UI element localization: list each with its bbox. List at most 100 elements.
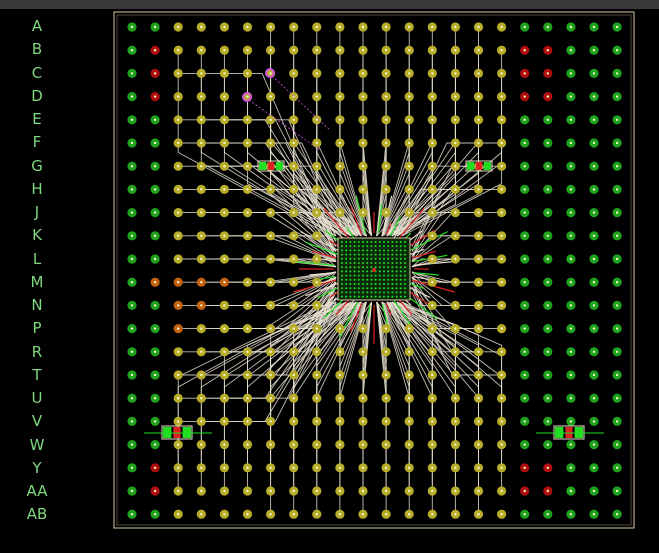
pad-f-6[interactable] bbox=[242, 138, 253, 148]
pad-k-8[interactable] bbox=[289, 231, 299, 241]
pad-r-14[interactable] bbox=[427, 347, 437, 357]
pad-f-21[interactable] bbox=[589, 138, 599, 148]
pad-j-11[interactable] bbox=[358, 208, 368, 218]
pad-aa-19[interactable] bbox=[543, 486, 553, 496]
pad-l-20[interactable] bbox=[566, 254, 576, 264]
pad-n-8[interactable] bbox=[289, 300, 299, 310]
pad-m-2[interactable] bbox=[150, 277, 160, 287]
pad-d-22[interactable] bbox=[612, 92, 622, 102]
pad-a-9[interactable] bbox=[312, 22, 322, 32]
pad-p-21[interactable] bbox=[589, 324, 599, 334]
pad-j-1[interactable] bbox=[127, 208, 137, 218]
pad-m-17[interactable] bbox=[497, 277, 507, 287]
pad-aa-3[interactable] bbox=[173, 486, 183, 496]
pad-l-16[interactable] bbox=[473, 254, 484, 264]
pad-n-9[interactable] bbox=[312, 300, 322, 310]
pad-b-7[interactable] bbox=[266, 45, 276, 55]
pad-a-4[interactable] bbox=[196, 22, 206, 32]
pad-j-17[interactable] bbox=[497, 208, 507, 218]
pad-u-13[interactable] bbox=[404, 393, 414, 403]
pad-ab-1[interactable] bbox=[127, 509, 137, 519]
pad-g-21[interactable] bbox=[589, 161, 599, 171]
pad-d-5[interactable] bbox=[219, 92, 229, 102]
pad-j-19[interactable] bbox=[543, 208, 553, 218]
pad-j-22[interactable] bbox=[612, 208, 622, 218]
pad-p-16[interactable] bbox=[473, 324, 484, 334]
pad-v-13[interactable] bbox=[404, 416, 414, 426]
pad-p-7[interactable] bbox=[266, 324, 276, 334]
pad-g-11[interactable] bbox=[358, 161, 368, 171]
pad-c-11[interactable] bbox=[358, 68, 368, 78]
pad-g-5[interactable] bbox=[219, 161, 229, 171]
pad-c-9[interactable] bbox=[312, 68, 322, 78]
pad-h-19[interactable] bbox=[543, 184, 553, 194]
pad-l-9[interactable] bbox=[312, 254, 322, 264]
pad-a-14[interactable] bbox=[427, 22, 437, 32]
pad-a-13[interactable] bbox=[404, 22, 414, 32]
pad-w-12[interactable] bbox=[381, 440, 391, 450]
pad-b-4[interactable] bbox=[196, 45, 206, 55]
pad-p-4[interactable] bbox=[196, 324, 206, 334]
pad-aa-4[interactable] bbox=[196, 486, 206, 496]
pad-aa-18[interactable] bbox=[520, 486, 530, 496]
pad-ab-8[interactable] bbox=[289, 509, 299, 519]
pad-aa-8[interactable] bbox=[289, 486, 299, 496]
pad-l-15[interactable] bbox=[450, 254, 460, 264]
pad-a-16[interactable] bbox=[473, 22, 484, 32]
pad-h-3[interactable] bbox=[173, 184, 183, 194]
pad-ab-18[interactable] bbox=[520, 509, 530, 519]
pad-y-12[interactable] bbox=[381, 463, 391, 473]
pad-c-3[interactable] bbox=[173, 68, 183, 78]
pad-p-10[interactable] bbox=[335, 324, 345, 334]
pad-f-11[interactable] bbox=[358, 138, 368, 148]
pad-e-20[interactable] bbox=[566, 115, 576, 125]
pad-m-15[interactable] bbox=[450, 277, 460, 287]
pad-t-5[interactable] bbox=[219, 370, 229, 380]
pad-a-12[interactable] bbox=[381, 22, 391, 32]
pad-v-3[interactable] bbox=[173, 416, 183, 426]
pad-l-1[interactable] bbox=[127, 254, 137, 264]
pad-e-7[interactable] bbox=[266, 115, 276, 125]
pad-k-6[interactable] bbox=[242, 231, 253, 241]
pad-v-15[interactable] bbox=[450, 416, 460, 426]
pad-w-7[interactable] bbox=[266, 440, 276, 450]
pad-h-1[interactable] bbox=[127, 184, 137, 194]
pad-j-21[interactable] bbox=[589, 208, 599, 218]
pad-p-2[interactable] bbox=[150, 324, 160, 334]
pad-w-9[interactable] bbox=[312, 440, 322, 450]
pad-n-6[interactable] bbox=[242, 300, 253, 310]
pad-r-5[interactable] bbox=[219, 347, 229, 357]
pad-w-4[interactable] bbox=[196, 440, 206, 450]
pad-t-2[interactable] bbox=[150, 370, 160, 380]
pad-l-5[interactable] bbox=[219, 254, 229, 264]
pad-r-15[interactable] bbox=[450, 347, 460, 357]
pad-e-5[interactable] bbox=[219, 115, 229, 125]
pad-t-3[interactable] bbox=[173, 370, 183, 380]
pad-h-7[interactable] bbox=[266, 184, 276, 194]
pad-p-11[interactable] bbox=[358, 324, 368, 334]
pad-b-6[interactable] bbox=[242, 45, 253, 55]
pad-a-10[interactable] bbox=[335, 22, 345, 32]
pad-w-22[interactable] bbox=[612, 440, 622, 450]
pad-ab-14[interactable] bbox=[427, 509, 437, 519]
pad-m-3[interactable] bbox=[173, 277, 183, 287]
pad-a-17[interactable] bbox=[497, 22, 507, 32]
pad-n-5[interactable] bbox=[219, 300, 229, 310]
pad-v-1[interactable] bbox=[127, 416, 137, 426]
pad-r-13[interactable] bbox=[404, 347, 414, 357]
pad-aa-2[interactable] bbox=[150, 486, 160, 496]
pad-j-13[interactable] bbox=[404, 208, 414, 218]
pad-ab-22[interactable] bbox=[612, 509, 622, 519]
pad-a-22[interactable] bbox=[612, 22, 622, 32]
pad-aa-11[interactable] bbox=[358, 486, 368, 496]
pad-n-3[interactable] bbox=[173, 300, 183, 310]
pad-c-8[interactable] bbox=[289, 68, 299, 78]
pad-v-17[interactable] bbox=[497, 416, 507, 426]
pad-y-17[interactable] bbox=[497, 463, 507, 473]
pad-ab-15[interactable] bbox=[450, 509, 460, 519]
pad-f-9[interactable] bbox=[312, 138, 322, 148]
pad-r-1[interactable] bbox=[127, 347, 137, 357]
pad-ab-5[interactable] bbox=[219, 509, 229, 519]
pad-ab-4[interactable] bbox=[196, 509, 206, 519]
pad-w-2[interactable] bbox=[150, 440, 160, 450]
